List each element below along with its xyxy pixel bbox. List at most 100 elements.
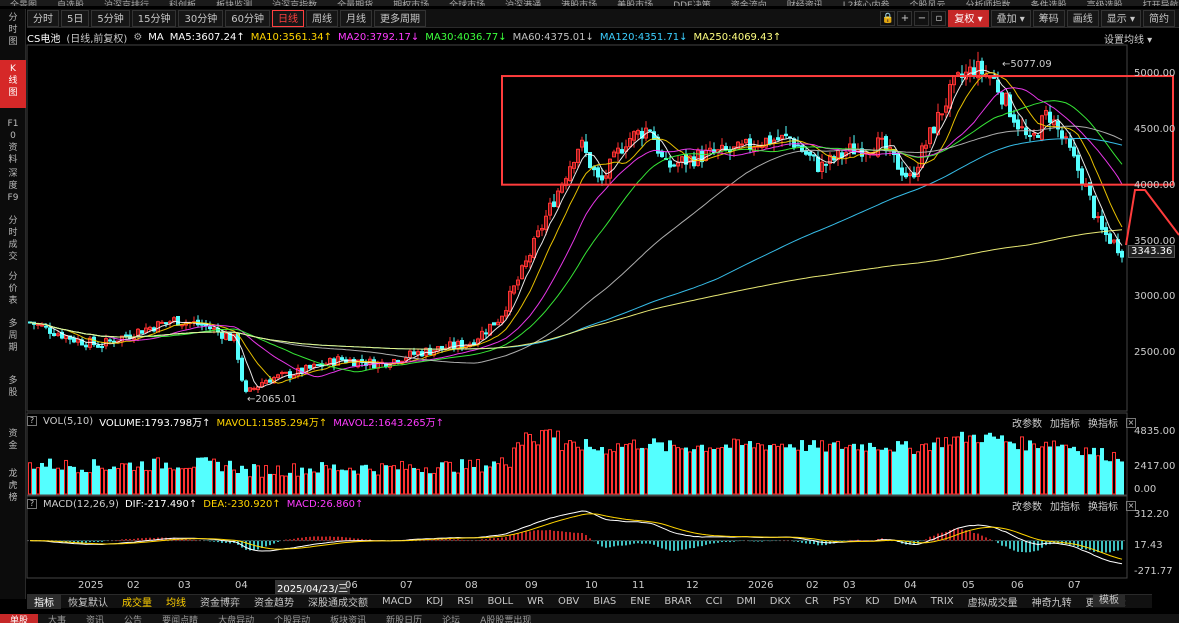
volume-bar <box>1008 441 1012 495</box>
template-button[interactable]: 模板 <box>1093 595 1125 607</box>
volume-bar <box>492 461 496 495</box>
volume-bar <box>988 432 992 495</box>
x-axis-label: 12 <box>686 580 699 591</box>
indicator-tab[interactable]: ENE <box>623 596 657 607</box>
candle-body <box>108 339 112 342</box>
volume-controls: 改参数 加指标 换指标 × <box>1012 415 1144 430</box>
x-axis-label: 02 <box>127 580 140 591</box>
volume-bar <box>140 461 144 495</box>
volume-bar <box>968 435 972 495</box>
candle-body <box>740 143 744 146</box>
indicator-tab[interactable]: 指标 <box>27 594 61 609</box>
indicator-tab[interactable]: DMI <box>730 596 763 607</box>
indicator-tab[interactable]: KDJ <box>419 596 450 607</box>
indicator-tab[interactable]: PSY <box>826 596 859 607</box>
indicator-tab[interactable]: KD <box>858 596 886 607</box>
expand-icon[interactable]: ? <box>27 499 37 509</box>
volume-bar <box>736 439 740 495</box>
expand-icon[interactable]: ? <box>27 416 37 426</box>
volume-bar <box>788 444 792 495</box>
bottom-tab[interactable]: 论坛 <box>432 614 470 623</box>
indicator-tab[interactable]: 恢复默认 <box>61 594 115 609</box>
indicator-tab[interactable]: 资金博弈 <box>193 594 247 609</box>
indicator-tab[interactable]: OBV <box>551 596 586 607</box>
bottom-tab[interactable]: 新股日历 <box>376 614 432 623</box>
candle-body <box>1016 119 1020 130</box>
volume-bar <box>160 468 164 495</box>
indicator-tab[interactable]: 深股通成交额 <box>301 594 375 609</box>
volume-info-bar: ? VOL(5,10) VOLUME:1793.798万↑ MAVOL1:1585… <box>27 414 1127 429</box>
macd-controls: 改参数 加指标 换指标 × <box>1012 498 1144 513</box>
volume-bar <box>304 473 308 495</box>
macd-value: DEA:-230.920↑ <box>203 498 281 510</box>
indicator-tab[interactable]: BOLL <box>480 596 520 607</box>
x-axis-label: 03 <box>178 580 191 591</box>
volume-bar <box>372 471 376 495</box>
bottom-tab[interactable]: 大事 <box>38 614 76 623</box>
volume-bar <box>364 464 368 495</box>
indicator-tab[interactable]: 均线 <box>159 594 193 609</box>
volume-bar <box>728 447 732 495</box>
price-axis-label: 4000.00 <box>1134 180 1176 191</box>
volume-bar <box>356 473 360 495</box>
bottom-tab[interactable]: 公告 <box>114 614 152 623</box>
volume-bar <box>824 451 828 495</box>
bottom-tab[interactable]: 单股 <box>0 614 39 623</box>
indicator-tab[interactable]: MACD <box>375 596 419 607</box>
indicator-tab[interactable]: DKX <box>763 596 798 607</box>
candle-body <box>240 357 244 381</box>
bottom-tab[interactable]: 板块资讯 <box>320 614 376 623</box>
volume-bar <box>184 467 188 495</box>
bottom-tab[interactable]: A股股票出现 <box>470 614 541 623</box>
candle-body <box>1020 126 1024 129</box>
indicator-tab[interactable]: 神奇九转 <box>1025 594 1079 609</box>
indicator-tab[interactable]: 成交量 <box>115 594 159 609</box>
candle-body <box>316 364 320 367</box>
indicator-tab[interactable]: BIAS <box>586 596 623 607</box>
volume-bar <box>360 465 364 495</box>
edit-params-button[interactable]: 改参数 <box>1012 498 1042 513</box>
candle-body <box>72 337 76 343</box>
edit-params-button[interactable]: 改参数 <box>1012 415 1042 430</box>
indicator-tab[interactable]: DMA <box>887 596 924 607</box>
candle-body <box>660 150 664 158</box>
bottom-tab[interactable]: 要闻点睛 <box>152 614 208 623</box>
kline-chart[interactable] <box>0 0 1179 623</box>
volume-bar <box>1072 446 1076 495</box>
bottom-tab[interactable]: 大盘异动 <box>208 614 264 623</box>
candle-body <box>584 141 588 153</box>
volume-bar <box>1112 451 1116 495</box>
candle-body <box>220 331 224 339</box>
switch-indicator-button[interactable]: 换指标 <box>1088 498 1118 513</box>
add-indicator-button[interactable]: 加指标 <box>1050 498 1080 513</box>
candle-body <box>1096 216 1100 219</box>
candle-body <box>1024 127 1028 136</box>
indicator-tab[interactable]: BRAR <box>657 596 698 607</box>
bottom-tab[interactable]: 资讯 <box>76 614 114 623</box>
volume-bar <box>516 442 520 495</box>
volume-bar <box>916 451 920 495</box>
x-axis-label: 03 <box>843 580 856 591</box>
candle-body <box>784 133 788 137</box>
volume-bar <box>92 459 96 495</box>
indicator-tab[interactable]: RSI <box>450 596 480 607</box>
add-indicator-button[interactable]: 加指标 <box>1050 415 1080 430</box>
bottom-tab[interactable]: 个股异动 <box>264 614 320 623</box>
volume-bar <box>892 451 896 495</box>
volume-bar <box>992 436 996 495</box>
indicator-tab[interactable]: WR <box>520 596 551 607</box>
candle-body <box>340 357 344 361</box>
indicator-tab[interactable]: 资金趋势 <box>247 594 301 609</box>
volume-bar <box>156 457 160 495</box>
switch-indicator-button[interactable]: 换指标 <box>1088 415 1118 430</box>
candle-body <box>52 333 56 337</box>
candle-body <box>648 129 652 132</box>
macd-axis-label: 17.43 <box>1134 540 1163 551</box>
indicator-tab[interactable]: 虚拟成交量 <box>961 594 1025 609</box>
indicator-tab[interactable]: CCI <box>699 596 730 607</box>
indicator-tab[interactable]: TRIX <box>924 596 961 607</box>
indicator-tab[interactable]: CR <box>798 596 826 607</box>
x-axis-label: 02 <box>806 580 819 591</box>
candle-body <box>160 321 164 324</box>
volume-bar <box>576 446 580 495</box>
